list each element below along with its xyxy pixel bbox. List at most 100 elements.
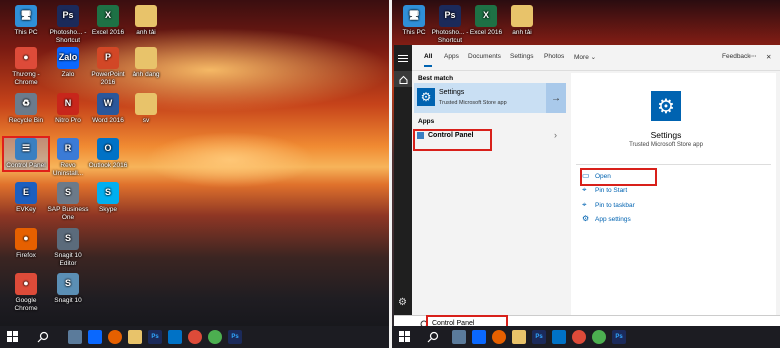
snagit-10-icon: S bbox=[57, 273, 79, 295]
tab-settings[interactable]: Settings bbox=[510, 53, 534, 60]
firefox-taskbar-icon[interactable] bbox=[106, 328, 124, 346]
desktop-icon-snagit-10[interactable]: S Snagit 10 bbox=[46, 273, 90, 305]
left-taskbar: Ps Ps bbox=[0, 326, 389, 348]
desktop-icon-label: Thương - Chrome bbox=[12, 71, 40, 86]
tab-photos[interactable]: Photos bbox=[544, 53, 564, 60]
desktop-icon-label: EVKey bbox=[16, 206, 36, 213]
photosho-shortcut-icon: Ps bbox=[57, 5, 79, 27]
skype-icon: S bbox=[97, 182, 119, 204]
photoshop-taskbar-icon[interactable]: Ps bbox=[530, 328, 548, 346]
revo-uninstall-icon: R bbox=[57, 138, 79, 160]
outlook-taskbar-icon[interactable] bbox=[550, 328, 568, 346]
excel-2016-icon: X bbox=[475, 5, 497, 27]
chrome-2-taskbar-icon[interactable] bbox=[590, 328, 608, 346]
desktop-icon-sap-business-one[interactable]: S SAP Business One bbox=[46, 182, 90, 221]
desktop-icon-google-chrome[interactable]: ● Google Chrome bbox=[4, 273, 48, 312]
highlight-open-action bbox=[580, 168, 657, 186]
taskview-icon[interactable] bbox=[66, 328, 84, 346]
zalo-taskbar-icon[interactable] bbox=[470, 328, 488, 346]
taskview-icon[interactable] bbox=[450, 328, 468, 346]
action-pin-start-label: Pin to Start bbox=[595, 186, 628, 194]
desktop-icon-label: Revo Uninstall... bbox=[52, 162, 84, 177]
action-pin-to-taskbar[interactable]: ⌖ Pin to taskbar bbox=[582, 201, 635, 209]
app-settings-icon: ⚙ bbox=[582, 214, 590, 223]
desktop-icon-firefox[interactable]: ● Firefox bbox=[4, 228, 48, 260]
desktop-icon-anh-t-i[interactable]: anh tải bbox=[124, 5, 168, 37]
chrome-taskbar-icon[interactable] bbox=[186, 328, 204, 346]
search-icon[interactable] bbox=[424, 328, 442, 346]
desktop-icon-control-panel[interactable]: ☰ Control Panel bbox=[2, 136, 50, 172]
settings-gear-icon[interactable]: ⚙ bbox=[398, 297, 407, 308]
chevron-right-icon[interactable]: › bbox=[554, 130, 557, 140]
recycle-bin-icon: ♻ bbox=[15, 93, 37, 115]
anh-t-i-icon bbox=[135, 5, 157, 27]
hamburger-icon[interactable] bbox=[398, 55, 408, 62]
powerpoint-2016-icon: P bbox=[97, 47, 119, 69]
zalo-icon: Zalo bbox=[57, 47, 79, 69]
best-match-title: Settings bbox=[439, 89, 465, 96]
desktop-icon-label: Skype bbox=[98, 206, 118, 213]
desktop-icon-label: ảnh dang bbox=[132, 71, 160, 78]
photoshop-2-taskbar-icon[interactable]: Ps bbox=[610, 328, 628, 346]
search-window: ⚙ All Apps Documents Settings Photos Mor… bbox=[394, 45, 780, 333]
action-app-settings[interactable]: ⚙ App settings bbox=[582, 215, 631, 223]
photoshop-taskbar-icon[interactable]: Ps bbox=[146, 328, 164, 346]
search-tabs-bar: All Apps Documents Settings Photos More … bbox=[412, 45, 780, 71]
tab-apps[interactable]: Apps bbox=[444, 53, 459, 60]
desktop-icon-label: Snagit 10 bbox=[54, 297, 82, 304]
sv-icon bbox=[135, 93, 157, 115]
expand-arrow-icon[interactable]: → bbox=[546, 83, 566, 113]
windows-start-icon[interactable] bbox=[4, 328, 22, 346]
desktop-icon-nitro-pro[interactable]: N Nitro Pro bbox=[46, 93, 90, 125]
right-taskbar: Ps Ps bbox=[392, 326, 780, 348]
desktop-icon-photosho-shortcut[interactable]: Ps Photosho... - Shortcut bbox=[46, 5, 90, 44]
photoshop-2-taskbar-icon[interactable]: Ps bbox=[226, 328, 244, 346]
desktop-icon-recycle-bin[interactable]: ♻ Recycle Bin bbox=[4, 93, 48, 125]
windows-start-icon[interactable] bbox=[396, 328, 414, 346]
desktop-icon-nh-dang[interactable]: ảnh dang bbox=[124, 47, 168, 79]
best-match-settings[interactable]: ⚙ Settings Trusted Microsoft Store app bbox=[414, 83, 566, 113]
desktop-icon-anh-t-i[interactable]: anh tải bbox=[500, 5, 544, 37]
desktop-icon-sv[interactable]: sv bbox=[124, 93, 168, 125]
file-explorer-taskbar-icon[interactable] bbox=[510, 328, 528, 346]
desktop-icon-label: Outlook 2016 bbox=[88, 162, 128, 169]
more-options-icon[interactable]: ··· bbox=[750, 53, 757, 60]
desktop-icon-evkey[interactable]: E EVKey bbox=[4, 182, 48, 214]
zalo-taskbar-icon[interactable] bbox=[86, 328, 104, 346]
home-icon[interactable] bbox=[394, 71, 412, 87]
evkey-icon: E bbox=[15, 182, 37, 204]
action-pin-to-start[interactable]: ⌖ Pin to Start bbox=[582, 186, 627, 194]
firefox-icon: ● bbox=[15, 228, 37, 250]
control-panel-icon: ☰ bbox=[15, 138, 37, 160]
desktop-icon-th-ng-chrome[interactable]: ● Thương - Chrome bbox=[4, 47, 48, 86]
tab-more[interactable]: More ⌄ bbox=[574, 53, 596, 61]
outlook-2016-icon: O bbox=[97, 138, 119, 160]
desktop-icon-outlook-2016[interactable]: O Outlook 2016 bbox=[86, 138, 130, 170]
chrome-taskbar-icon[interactable] bbox=[570, 328, 588, 346]
tab-all[interactable]: All bbox=[424, 53, 433, 67]
desktop-icon-revo-uninstall[interactable]: R Revo Uninstall... bbox=[46, 138, 90, 177]
outlook-taskbar-icon[interactable] bbox=[166, 328, 184, 346]
settings-large-icon: ⚙ bbox=[651, 91, 681, 121]
close-icon[interactable]: ✕ bbox=[766, 53, 771, 61]
desktop-icon-snagit-10-editor[interactable]: S Snagit 10 Editor bbox=[46, 228, 90, 267]
file-explorer-taskbar-icon[interactable] bbox=[126, 328, 144, 346]
desktop-icon-label: Nitro Pro bbox=[55, 117, 81, 124]
nitro-pro-icon: N bbox=[57, 93, 79, 115]
pin-icon: ⌖ bbox=[582, 185, 587, 194]
feedback-link[interactable]: Feedback bbox=[722, 53, 751, 60]
firefox-taskbar-icon[interactable] bbox=[490, 328, 508, 346]
tab-documents[interactable]: Documents bbox=[468, 53, 501, 60]
desktop-icon-this-pc[interactable]: 🖥 This PC bbox=[4, 5, 48, 37]
word-2016-icon: W bbox=[97, 93, 119, 115]
desktop-icon-zalo[interactable]: Zalo Zalo bbox=[46, 47, 90, 79]
desktop-icon-label: Control Panel bbox=[6, 162, 46, 169]
desktop-icon-label: Recycle Bin bbox=[8, 117, 44, 124]
search-icon[interactable] bbox=[34, 328, 52, 346]
desktop-icon-skype[interactable]: S Skype bbox=[86, 182, 130, 214]
desktop-icon-label: Firefox bbox=[16, 252, 36, 259]
sap-business-one-icon: S bbox=[57, 182, 79, 204]
chrome-2-taskbar-icon[interactable] bbox=[206, 328, 224, 346]
action-pin-taskbar-label: Pin to taskbar bbox=[595, 201, 635, 209]
detail-divider bbox=[576, 164, 771, 165]
